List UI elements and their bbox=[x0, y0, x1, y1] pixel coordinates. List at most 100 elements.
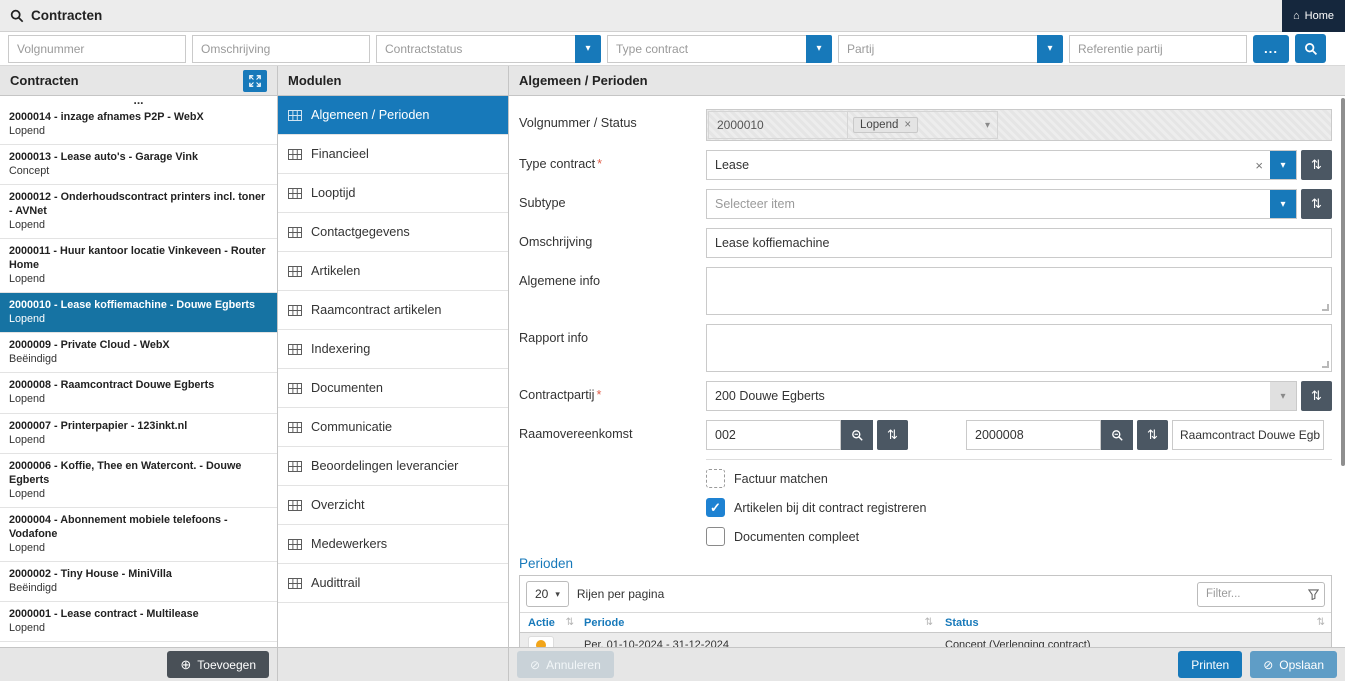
module-item-audittrail[interactable]: Audittrail bbox=[278, 564, 508, 603]
column-header-status[interactable]: Status ⇅ bbox=[939, 617, 1331, 629]
sync-button[interactable]: ⇅ bbox=[1301, 381, 1332, 411]
sync-button[interactable]: ⇅ bbox=[1137, 420, 1168, 450]
omschrijving-label: Omschrijving bbox=[519, 228, 706, 258]
table-icon bbox=[288, 344, 302, 355]
column-header-actie[interactable]: Actie ⇅ bbox=[520, 617, 578, 629]
contract-status: Beëindigd bbox=[9, 352, 268, 366]
list-item[interactable]: 2000004 - Abonnement mobiele telefoons -… bbox=[0, 508, 277, 562]
column-header-periode[interactable]: Periode ⇅ bbox=[578, 617, 939, 629]
list-item[interactable]: 2000012 - Onderhoudscontract printers in… bbox=[0, 185, 277, 239]
required-mark: * bbox=[597, 157, 602, 171]
module-item-contactgegevens[interactable]: Contactgegevens bbox=[278, 213, 508, 252]
detail-panel-header: Algemeen / Perioden bbox=[509, 66, 1345, 96]
contract-status: Lopend bbox=[9, 487, 268, 501]
list-item[interactable]: 2000013 - Lease auto's - Garage Vink Con… bbox=[0, 145, 277, 185]
type-contract-select[interactable]: Lease × ▾ bbox=[706, 150, 1297, 180]
sync-icon: ⇅ bbox=[1147, 427, 1158, 442]
sync-button[interactable]: ⇅ bbox=[877, 420, 908, 450]
list-item[interactable]: 2000002 - Tiny House - MiniVilla Beëindi… bbox=[0, 562, 277, 602]
chevron-down-icon[interactable]: ▾ bbox=[575, 35, 601, 63]
algemene-info-label: Algemene info bbox=[519, 267, 706, 315]
algemene-info-field[interactable] bbox=[706, 267, 1332, 315]
module-item-financieel[interactable]: Financieel bbox=[278, 135, 508, 174]
more-filters-button[interactable]: ... bbox=[1253, 35, 1289, 63]
rapport-info-field[interactable] bbox=[706, 324, 1332, 372]
module-item-artikelen[interactable]: Artikelen bbox=[278, 252, 508, 291]
expand-icon[interactable] bbox=[243, 70, 267, 92]
resize-handle-icon[interactable] bbox=[1322, 304, 1329, 311]
filter-input[interactable] bbox=[1197, 582, 1325, 607]
chevron-down-icon[interactable]: ▾ bbox=[1270, 151, 1296, 179]
warning-dot-button[interactable] bbox=[528, 636, 554, 647]
home-button[interactable]: ⌂ Home bbox=[1282, 0, 1345, 32]
chevron-down-icon[interactable]: ▾ bbox=[985, 120, 992, 131]
chevron-down-icon[interactable]: ▾ bbox=[1037, 35, 1063, 63]
module-item-beoordelingen-leverancier[interactable]: Beoordelingen leverancier bbox=[278, 447, 508, 486]
page-size-select[interactable]: 20 ▾ bbox=[526, 581, 569, 607]
lookup-zoom-icon[interactable] bbox=[841, 420, 873, 450]
modules-panel: Modulen Algemeen / Perioden Financieel L… bbox=[278, 66, 509, 681]
module-item-raamcontract-artikelen[interactable]: Raamcontract artikelen bbox=[278, 291, 508, 330]
resize-handle-icon[interactable] bbox=[1322, 361, 1329, 368]
list-item[interactable]: 2000009 - Private Cloud - WebX Beëindigd bbox=[0, 333, 277, 373]
sync-icon: ⇅ bbox=[1311, 157, 1322, 172]
main-content: Contracten ... 2000014 - inzage afnames … bbox=[0, 66, 1345, 681]
module-item-algemeen-perioden[interactable]: Algemeen / Perioden bbox=[278, 96, 508, 135]
module-item-looptijd[interactable]: Looptijd bbox=[278, 174, 508, 213]
add-contract-button[interactable]: ⊕ Toevoegen bbox=[167, 651, 269, 678]
table-icon bbox=[288, 539, 302, 550]
checkbox-factuur-matchen[interactable] bbox=[706, 469, 725, 488]
contract-title: 2000008 - Raamcontract Douwe Egberts bbox=[9, 378, 268, 392]
list-item[interactable]: 2000006 - Koffie, Thee en Watercont. - D… bbox=[0, 454, 277, 508]
module-item-medewerkers[interactable]: Medewerkers bbox=[278, 525, 508, 564]
funnel-icon bbox=[1308, 589, 1319, 600]
list-item[interactable]: 2000007 - Printerpapier - 123inkt.nl Lop… bbox=[0, 414, 277, 454]
load-more-indicator[interactable]: ... bbox=[0, 96, 277, 105]
contracts-panel-header: Contracten bbox=[0, 66, 277, 96]
contractstatus-filter-value[interactable] bbox=[376, 35, 575, 63]
module-item-overzicht[interactable]: Overzicht bbox=[278, 486, 508, 525]
omschrijving-field[interactable] bbox=[706, 228, 1332, 258]
checkbox-documenten-compleet[interactable] bbox=[706, 527, 725, 546]
chevron-down-icon[interactable]: ▾ bbox=[806, 35, 832, 63]
table-header: Actie ⇅ Periode ⇅ Status ⇅ bbox=[520, 612, 1331, 633]
list-item-selected[interactable]: 2000010 - Lease koffiemachine - Douwe Eg… bbox=[0, 293, 277, 333]
table-icon bbox=[288, 578, 302, 589]
partij-filter-select[interactable]: ▾ bbox=[838, 35, 1063, 63]
list-item[interactable]: 2000014 - inzage afnames P2P - WebX Lope… bbox=[0, 105, 277, 145]
list-item[interactable]: 2000011 - Huur kantoor locatie Vinkeveen… bbox=[0, 239, 277, 293]
partij-filter-value[interactable] bbox=[838, 35, 1037, 63]
volgnummer-filter-input[interactable] bbox=[8, 35, 186, 63]
chevron-down-icon[interactable]: ▾ bbox=[1270, 190, 1296, 218]
lookup-zoom-icon[interactable] bbox=[1101, 420, 1133, 450]
contract-title: 2000012 - Onderhoudscontract printers in… bbox=[9, 190, 268, 218]
detail-form: Volgnummer / Status 2000010 Lopend × ▾ bbox=[509, 96, 1345, 647]
omschrijving-filter-input[interactable] bbox=[192, 35, 370, 63]
contract-status: Lopend bbox=[9, 541, 268, 555]
scrollbar[interactable] bbox=[1341, 98, 1345, 466]
table-filter bbox=[1197, 582, 1325, 607]
module-item-documenten[interactable]: Documenten bbox=[278, 369, 508, 408]
subtype-select[interactable]: Selecteer item ▾ bbox=[706, 189, 1297, 219]
sort-icon: ⇅ bbox=[1317, 617, 1325, 628]
raam-nummer-field[interactable] bbox=[966, 420, 1101, 450]
contractstatus-filter-select[interactable]: ▾ bbox=[376, 35, 601, 63]
list-item[interactable]: 2000001 - Lease contract - Multilease Lo… bbox=[0, 602, 277, 642]
type-contract-filter-value[interactable] bbox=[607, 35, 806, 63]
list-item[interactable]: 2000008 - Raamcontract Douwe Egberts Lop… bbox=[0, 373, 277, 413]
print-button[interactable]: Printen bbox=[1178, 651, 1242, 678]
module-item-communicatie[interactable]: Communicatie bbox=[278, 408, 508, 447]
sync-button[interactable]: ⇅ bbox=[1301, 189, 1332, 219]
module-item-indexering[interactable]: Indexering bbox=[278, 330, 508, 369]
checkbox-artikelen-registreren[interactable]: ✓ bbox=[706, 498, 725, 517]
type-contract-filter-select[interactable]: ▾ bbox=[607, 35, 832, 63]
referentie-partij-filter-input[interactable] bbox=[1069, 35, 1247, 63]
table-row[interactable]: Per. 01-10-2024 - 31-12-2024 Concept (Ve… bbox=[520, 633, 1331, 647]
search-button[interactable] bbox=[1295, 34, 1326, 63]
contract-title: 2000009 - Private Cloud - WebX bbox=[9, 338, 268, 352]
raam-code-field[interactable] bbox=[706, 420, 841, 450]
contract-status: Lopend bbox=[9, 621, 268, 635]
clear-icon[interactable]: × bbox=[1248, 151, 1270, 179]
sync-button[interactable]: ⇅ bbox=[1301, 150, 1332, 180]
remove-tag-icon[interactable]: × bbox=[904, 119, 911, 131]
